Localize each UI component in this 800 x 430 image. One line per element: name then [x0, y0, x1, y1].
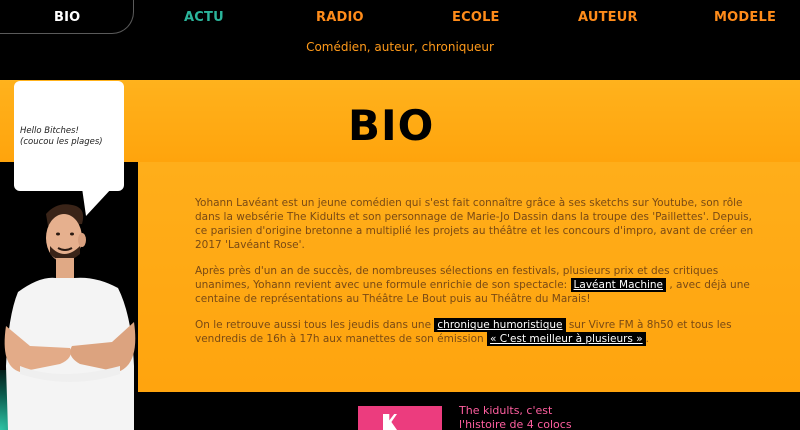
nav-radio-link[interactable]: RADIO — [316, 10, 364, 25]
kidults-thumbnail[interactable] — [358, 406, 442, 430]
speech-bubble-text: Hello Bitches! (coucou les plages) — [20, 126, 120, 148]
page-title: BIO — [348, 101, 435, 150]
bubble-line-2: (coucou les plages) — [20, 137, 103, 147]
bio-p3-text: On le retrouve aussi tous les jeudis dan… — [195, 319, 435, 331]
nav-bio-label: BIO — [54, 10, 81, 25]
nav-modele-link[interactable]: MODELE — [714, 10, 776, 25]
bio-paragraph-2: Après près d'un an de succès, de nombreu… — [195, 264, 755, 306]
nav-ecole-link[interactable]: ECOLE — [452, 10, 500, 25]
bio-paragraph-3: On le retrouve aussi tous les jeudis dan… — [195, 318, 755, 346]
bio-paragraph-1: Yohann Lavéant est un jeune comédien qui… — [195, 197, 754, 251]
site-tagline: Comédien, auteur, chroniqueur — [306, 40, 494, 54]
nav-auteur-link[interactable]: AUTEUR — [578, 10, 638, 25]
kidults-caption: The kidults, c'est l'histoire de 4 coloc… — [459, 404, 572, 430]
top-navigation: BIO ACTU RADIO ECOLE AUTEUR MODELE — [0, 0, 800, 36]
bio-p3-tail: . — [645, 333, 650, 345]
laveant-machine-link[interactable]: Lavéant Machine — [570, 278, 667, 292]
portrait-image — [4, 204, 136, 430]
emission-link[interactable]: « C'est meilleur à plusieurs » — [487, 332, 646, 346]
nav-actu-link[interactable]: ACTU — [184, 10, 224, 25]
bio-content: Yohann Lavéant est un jeune comédien qui… — [195, 196, 755, 358]
bubble-line-1: Hello Bitches! — [20, 126, 79, 136]
chronique-link[interactable]: chronique humoristique — [434, 318, 566, 332]
nav-bio-tab[interactable]: BIO — [0, 0, 134, 34]
